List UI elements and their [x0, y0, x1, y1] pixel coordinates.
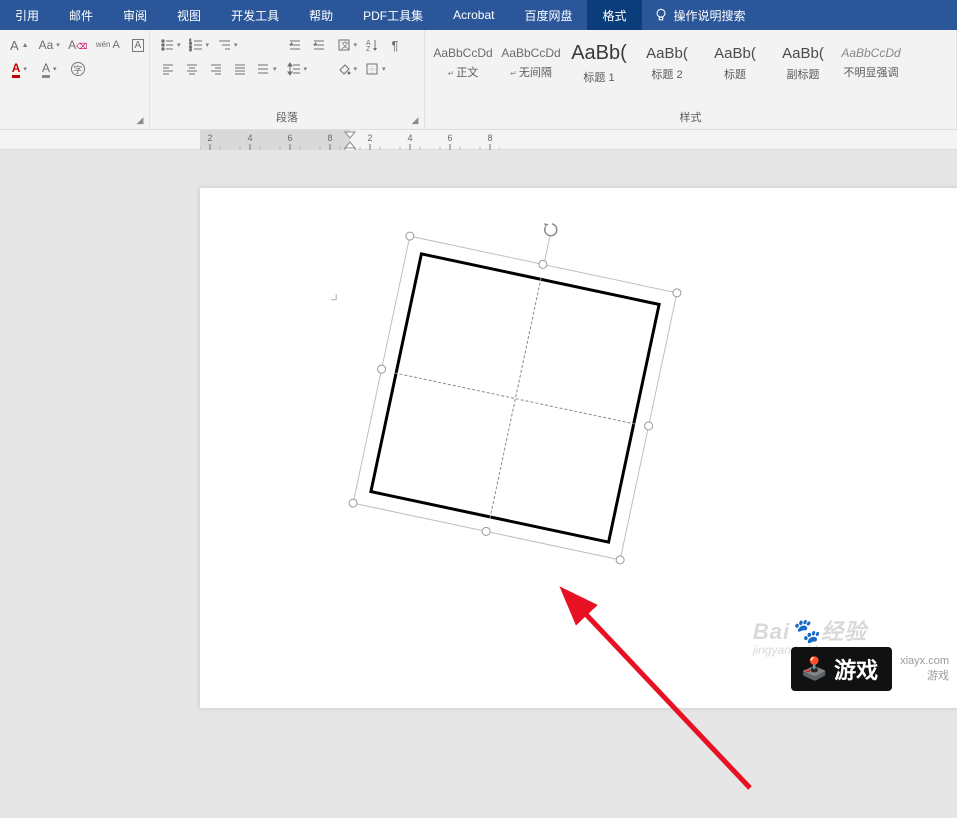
change-case-button[interactable]: Aa▾ — [35, 34, 64, 56]
line-spacing-button[interactable]: ▾ — [283, 58, 312, 80]
tab-acrobat[interactable]: Acrobat — [438, 0, 509, 30]
align-left-icon — [161, 62, 175, 76]
paragraph-dialog-launcher[interactable]: ◢ — [408, 113, 422, 127]
numbering-button[interactable]: 123▾ — [185, 34, 214, 56]
svg-text:文: 文 — [341, 40, 349, 50]
distribute-icon — [256, 62, 270, 76]
ribbon-tabs: 引用 邮件 审阅 视图 开发工具 帮助 PDF工具集 Acrobat 百度网盘 … — [0, 0, 957, 30]
align-right-button[interactable] — [204, 58, 228, 80]
svg-text:3: 3 — [189, 47, 192, 52]
style-subtle-emphasis[interactable]: AaBbCcDd不明显强调 — [839, 34, 903, 92]
style-no-spacing[interactable]: AaBbCcDd↵无间隔 — [499, 34, 563, 92]
svg-text:2: 2 — [367, 133, 372, 143]
outdent-icon — [288, 38, 302, 52]
game-icon: 🕹️ — [801, 656, 828, 682]
style-subtitle[interactable]: AaBb(副标题 — [771, 34, 835, 92]
align-right-icon — [209, 62, 223, 76]
annotation-arrow — [540, 568, 790, 818]
style-heading-1[interactable]: AaBb(标题 1 — [567, 34, 631, 92]
site-watermark: 🕹️ 游戏 xiayx.com游戏 — [791, 647, 949, 691]
highlight-button[interactable]: A▾ — [35, 58, 64, 80]
increase-indent-button[interactable] — [307, 34, 331, 56]
svg-text:Z: Z — [366, 46, 371, 52]
font-group-label — [6, 125, 143, 127]
bullets-icon — [160, 38, 174, 52]
indent-icon — [312, 38, 326, 52]
tab-dev-tools[interactable]: 开发工具 — [216, 0, 294, 30]
tell-me-search[interactable]: 操作说明搜索 — [642, 0, 758, 30]
paragraph-group-label: 段落 — [156, 109, 418, 127]
selected-shape[interactable] — [370, 253, 660, 543]
page[interactable]: ⌟ — [200, 188, 957, 708]
svg-text:8: 8 — [327, 133, 332, 143]
shading-button[interactable]: ▾ — [333, 58, 362, 80]
grow-font-button[interactable]: A▲ — [6, 34, 33, 56]
clear-formatting-button[interactable]: A⌫ — [66, 34, 90, 56]
svg-text:8: 8 — [487, 133, 492, 143]
lightbulb-icon — [654, 8, 668, 22]
enclose-char-button[interactable]: 字 — [66, 58, 90, 80]
tab-format[interactable]: 格式 — [587, 0, 641, 30]
multilevel-list-button[interactable]: ▾ — [213, 34, 242, 56]
line-spacing-icon — [287, 62, 301, 76]
resize-handle-br[interactable] — [615, 555, 626, 566]
asian-icon: 文 — [337, 38, 351, 52]
style-heading-2[interactable]: AaBb(标题 2 — [635, 34, 699, 92]
ribbon: A▲ A▾ Aa▾ A▾ A⌫ 字 wénA A ◢ — [0, 30, 957, 130]
resize-handle-bl[interactable] — [348, 498, 359, 509]
tell-me-label: 操作说明搜索 — [674, 7, 746, 24]
document-area[interactable]: ⌟ — [0, 150, 957, 697]
style-normal[interactable]: AaBbCcDd↵正文 — [431, 34, 495, 92]
paint-bucket-icon — [337, 62, 351, 76]
align-center-button[interactable] — [180, 58, 204, 80]
paragraph-group: ▾ 123▾ ▾ ▾ ▾ — [150, 30, 425, 129]
tab-mail[interactable]: 邮件 — [54, 0, 108, 30]
borders-icon — [365, 62, 379, 76]
svg-text:4: 4 — [247, 133, 252, 143]
font-dialog-launcher[interactable]: ◢ — [133, 113, 147, 127]
char-border-button[interactable]: A — [126, 34, 150, 56]
justify-button[interactable] — [228, 58, 252, 80]
ruler-scale: 8642246810121416182022242628303234 — [200, 130, 500, 150]
multilevel-icon — [217, 38, 231, 52]
sort-icon: AZ — [365, 38, 379, 52]
justify-icon — [233, 62, 247, 76]
tab-references[interactable]: 引用 — [0, 0, 54, 30]
styles-group-label: 样式 — [431, 109, 950, 127]
distribute-button[interactable]: ▾ — [252, 58, 281, 80]
tab-baidu-netdisk[interactable]: 百度网盘 — [509, 0, 587, 30]
rotate-icon — [541, 220, 560, 239]
font-group: A▲ A▾ Aa▾ A▾ A⌫ 字 wénA A ◢ — [0, 30, 150, 129]
show-marks-button[interactable]: ¶ — [383, 34, 407, 56]
svg-text:6: 6 — [287, 133, 292, 143]
asian-layout-button[interactable]: 文▾ — [333, 34, 362, 56]
font-color-button[interactable]: A▾ — [6, 58, 33, 80]
tab-view[interactable]: 视图 — [162, 0, 216, 30]
resize-handle-b[interactable] — [481, 526, 492, 537]
align-left-button[interactable] — [156, 58, 180, 80]
rotate-handle[interactable] — [540, 219, 561, 240]
align-center-icon — [185, 62, 199, 76]
style-title[interactable]: AaBb(标题 — [703, 34, 767, 92]
text-cursor-corner: ⌟ — [330, 283, 338, 304]
svg-text:6: 6 — [447, 133, 452, 143]
numbering-icon: 123 — [189, 38, 203, 52]
rotate-stem — [544, 237, 550, 261]
tab-review[interactable]: 审阅 — [108, 0, 162, 30]
styles-group: AaBbCcDd↵正文 AaBbCcDd↵无间隔 AaBb(标题 1 AaBb(… — [425, 30, 957, 129]
tab-pdf-tools[interactable]: PDF工具集 — [348, 0, 438, 30]
tab-help[interactable]: 帮助 — [294, 0, 348, 30]
sort-button[interactable]: AZ — [361, 34, 383, 56]
svg-text:2: 2 — [207, 133, 212, 143]
svg-text:4: 4 — [407, 133, 412, 143]
styles-gallery[interactable]: AaBbCcDd↵正文 AaBbCcDd↵无间隔 AaBb(标题 1 AaBb(… — [431, 34, 950, 109]
bullets-button[interactable]: ▾ — [156, 34, 185, 56]
phonetic-guide-button[interactable]: wénA — [92, 34, 124, 56]
borders-button[interactable]: ▾ — [361, 58, 390, 80]
horizontal-ruler[interactable]: 8642246810121416182022242628303234 — [0, 130, 957, 150]
decrease-indent-button[interactable] — [283, 34, 307, 56]
